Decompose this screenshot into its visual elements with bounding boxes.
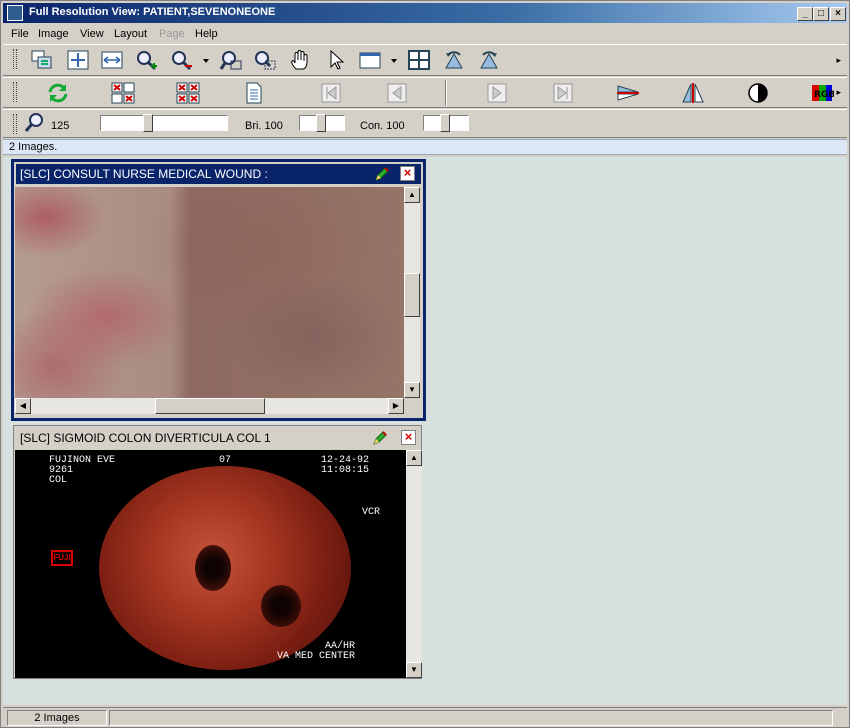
brightness-label: Bri. 100 <box>245 120 283 132</box>
contrast-label: Con. 100 <box>360 120 405 132</box>
endoscopy-image[interactable]: FUJINON EVE 9261 COL 07 12-24-92 11:08:1… <box>15 450 406 678</box>
flip-horizontal-icon[interactable] <box>615 81 641 105</box>
close-window-button[interactable]: × <box>830 7 846 21</box>
toolbar1-more-icon[interactable]: ▸ <box>836 55 841 66</box>
zoom-in-icon[interactable] <box>134 48 160 72</box>
zoom-slider-thumb[interactable] <box>143 114 153 132</box>
scroll-thumb[interactable] <box>404 273 420 317</box>
panel-title: [SLC] SIGMOID COLON DIVERTICULA COL 1 <box>20 431 271 445</box>
layout-window-icon[interactable] <box>357 48 383 72</box>
close-selected-icon[interactable] <box>110 81 136 105</box>
vertical-scrollbar[interactable]: ▲ ▼ <box>406 450 422 678</box>
image-panel-colon[interactable]: [SLC] SIGMOID COLON DIVERTICULA COL 1 × … <box>13 425 422 679</box>
scroll-down-button[interactable]: ▼ <box>404 382 420 398</box>
grid-layout-icon[interactable] <box>406 48 432 72</box>
close-panel-icon[interactable]: × <box>400 166 415 181</box>
invert-icon[interactable] <box>745 81 771 105</box>
scroll-right-button[interactable]: ▶ <box>388 398 404 414</box>
rotate-right-icon[interactable] <box>476 48 502 72</box>
scroll-thumb[interactable] <box>155 398 265 414</box>
zoom-rect-icon[interactable] <box>252 48 278 72</box>
toolbar2-more-icon[interactable]: ▸ <box>836 87 841 98</box>
contrast-slider-thumb[interactable] <box>440 114 450 132</box>
last-page-icon[interactable] <box>550 81 576 105</box>
window-title: Full Resolution View: PATIENT,SEVENONEON… <box>29 6 276 18</box>
images-info-text: 2 Images. <box>9 141 58 153</box>
zoom-window-icon[interactable] <box>218 48 244 72</box>
pan-hand-icon[interactable] <box>288 48 314 72</box>
svg-text:RGB: RGB <box>814 90 834 100</box>
vcr-text: VCR <box>362 507 381 518</box>
brightness-slider[interactable] <box>299 114 345 132</box>
status-bar: 2 Images <box>3 707 847 727</box>
device-info-text: FUJINON EVE 9261 COL <box>49 455 116 486</box>
scroll-left-button[interactable]: ◀ <box>15 398 31 414</box>
fuji-logo: FUJI <box>51 550 73 566</box>
rotate-left-icon[interactable] <box>441 48 467 72</box>
menu-file[interactable]: File <box>11 28 29 40</box>
toolbar-grip[interactable] <box>13 49 17 69</box>
mirror-icon[interactable] <box>680 81 706 105</box>
fit-to-window-icon[interactable] <box>65 48 91 72</box>
zoom-dropdown-icon[interactable] <box>199 48 213 72</box>
navigation-toolbar: RGB ▸ <box>3 77 847 108</box>
fit-width-icon[interactable] <box>99 48 125 72</box>
toolbar-separator <box>445 80 447 106</box>
title-bar[interactable]: Full Resolution View: PATIENT,SEVENONEON… <box>3 3 847 23</box>
brightness-slider-thumb[interactable] <box>316 114 326 132</box>
location-text: AA/HR VA MED CENTER <box>277 641 356 662</box>
menu-bar: File Image View Layout Page Help <box>3 25 847 43</box>
toolbar-grip[interactable] <box>13 114 17 134</box>
horizontal-scrollbar[interactable]: ◀ ▶ <box>15 398 404 414</box>
zoom-value: 125 <box>51 120 70 132</box>
layout-dropdown-icon[interactable] <box>387 48 401 72</box>
copy-images-icon[interactable] <box>29 48 55 72</box>
scroll-down-button[interactable]: ▼ <box>406 662 422 678</box>
image-panel-wound[interactable]: [SLC] CONSULT NURSE MEDICAL WOUND : × ▲ … <box>11 159 426 421</box>
diverticulum-2 <box>261 585 301 627</box>
menu-layout[interactable]: Layout <box>114 28 147 40</box>
toolbar-grip[interactable] <box>13 82 17 102</box>
diverticulum-1 <box>195 545 231 591</box>
date-time-text: 12-24-92 11:08:15 <box>321 455 370 476</box>
previous-page-icon[interactable] <box>384 81 410 105</box>
edit-pencil-icon[interactable] <box>372 430 388 446</box>
vertical-scrollbar[interactable]: ▲ ▼ <box>404 187 420 398</box>
pointer-icon[interactable] <box>323 48 349 72</box>
panel-title: [SLC] CONSULT NURSE MEDICAL WOUND : <box>16 164 421 184</box>
menu-page[interactable]: Page <box>159 28 185 40</box>
frame-number-text: 07 <box>219 455 232 466</box>
edit-pencil-icon[interactable] <box>374 166 390 182</box>
contrast-slider[interactable] <box>423 114 469 132</box>
menu-image[interactable]: Image <box>38 28 69 40</box>
main-window: Full Resolution View: PATIENT,SEVENONEON… <box>0 0 850 728</box>
menu-view[interactable]: View <box>80 28 104 40</box>
scroll-up-button[interactable]: ▲ <box>406 450 422 466</box>
adjust-toolbar: 125 Bri. 100 Con. 100 <box>3 109 847 138</box>
report-icon[interactable] <box>241 81 267 105</box>
zoom-icon <box>22 111 48 135</box>
zoom-out-icon[interactable] <box>169 48 195 72</box>
close-all-icon[interactable] <box>175 81 201 105</box>
first-page-icon[interactable] <box>318 81 344 105</box>
zoom-slider[interactable] <box>100 114 228 132</box>
minimize-button[interactable]: _ <box>797 7 813 21</box>
refresh-icon[interactable] <box>45 81 71 105</box>
status-image-count: 2 Images <box>7 710 107 726</box>
image-viewer-area[interactable]: [SLC] CONSULT NURSE MEDICAL WOUND : × ▲ … <box>3 157 847 705</box>
rgb-icon[interactable]: RGB <box>809 81 835 105</box>
image-toolbar: ▸ <box>3 44 847 76</box>
app-icon <box>7 5 23 21</box>
status-message <box>109 710 833 726</box>
images-info-bar: 2 Images. <box>3 139 847 155</box>
maximize-button[interactable]: □ <box>813 7 829 21</box>
close-panel-icon[interactable]: × <box>401 430 416 445</box>
next-page-icon[interactable] <box>484 81 510 105</box>
wound-image[interactable] <box>15 187 404 398</box>
menu-help[interactable]: Help <box>195 28 218 40</box>
scroll-up-button[interactable]: ▲ <box>404 187 420 203</box>
